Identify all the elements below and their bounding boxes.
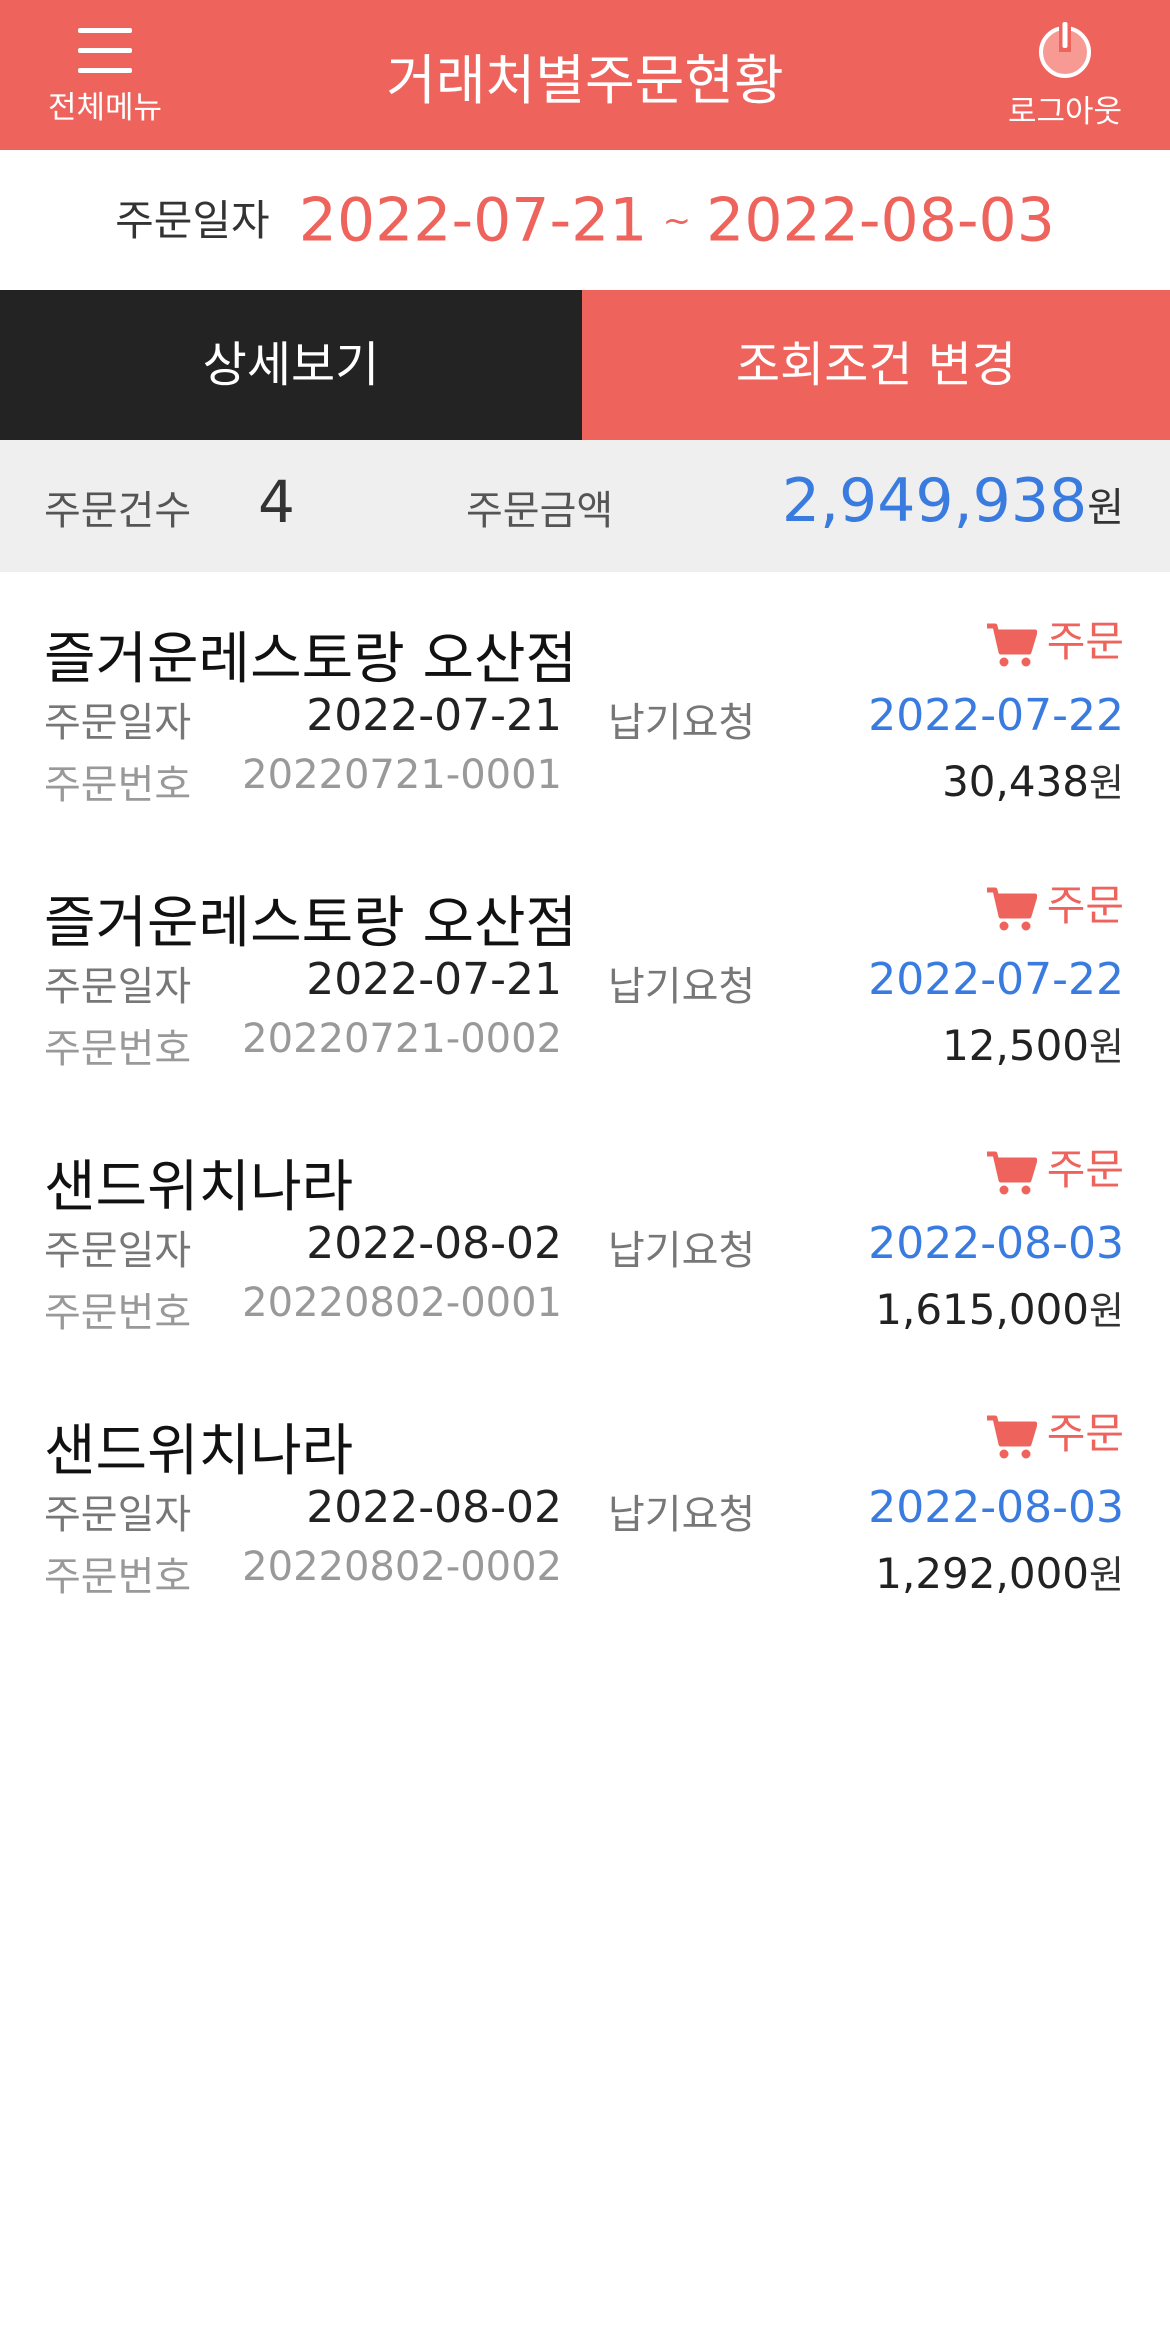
order-date-value: 2022-08-02 <box>306 1218 562 1269</box>
order-item[interactable]: 즐거운레스토랑 오산점 주문 주문일자 2022-07-21 납기요청 2022… <box>0 572 1170 836</box>
customer-name: 즐거운레스토랑 오산점 <box>44 627 578 692</box>
delivery-request-label: 납기요청 <box>608 700 756 746</box>
date-range-end: 2022-08-03 <box>706 185 1055 256</box>
order-summary: 주문건수 4 주문금액 2,949,938원 <box>0 440 1170 572</box>
order-number-label: 주문번호 <box>44 1026 192 1072</box>
order-status-badge: 주문 <box>985 872 1124 933</box>
currency-unit: 원 <box>1089 761 1124 805</box>
order-date-range: 주문일자 2022-07-21 ~ 2022-08-03 <box>0 150 1170 290</box>
order-amount-label: 주문금액 <box>466 488 614 534</box>
order-date-label: 주문일자 <box>44 1492 192 1538</box>
delivery-request-label: 납기요청 <box>608 1492 756 1538</box>
order-status-badge: 주문 <box>985 1136 1124 1197</box>
order-date-value: 2022-07-21 <box>306 954 562 1005</box>
order-date-label: 주문일자 <box>44 1228 192 1274</box>
order-date-value: 2022-07-21 <box>306 690 562 741</box>
logout-button[interactable]: 로그아웃 <box>990 18 1140 130</box>
order-item[interactable]: 샌드위치나라 주문 주문일자 2022-08-02 납기요청 2022-08-0… <box>0 1364 1170 1628</box>
order-status-label: 주문 <box>1046 881 1124 930</box>
app-header: 전체메뉴 거래처별주문현황 로그아웃 <box>0 0 1170 150</box>
cart-icon <box>986 887 1037 930</box>
order-status-label: 주문 <box>1046 1145 1124 1194</box>
order-list: 즐거운레스토랑 오산점 주문 주문일자 2022-07-21 납기요청 2022… <box>0 572 1170 1628</box>
cart-icon <box>986 1415 1037 1458</box>
order-amount-value: 12,500 <box>942 1021 1090 1070</box>
order-status-badge: 주문 <box>985 1400 1124 1461</box>
customer-name: 즐거운레스토랑 오산점 <box>44 891 578 956</box>
all-menu-button[interactable]: 전체메뉴 <box>30 18 180 130</box>
change-filter-button[interactable]: 조회조건 변경 <box>582 290 1170 440</box>
order-number-value: 20220721-0001 <box>242 752 562 798</box>
order-amount-value: 1,615,000 <box>875 1285 1090 1334</box>
page-title: 거래처별주문현황 <box>386 49 784 112</box>
hamburger-icon <box>78 28 132 73</box>
delivery-request-date: 2022-08-03 <box>868 1482 1124 1533</box>
date-range-label: 주문일자 <box>115 195 270 245</box>
order-amount: 12,500원 <box>942 1016 1124 1071</box>
order-number-label: 주문번호 <box>44 762 192 808</box>
date-range-separator: ~ <box>662 200 692 241</box>
delivery-request-label: 납기요청 <box>608 964 756 1010</box>
delivery-request-date: 2022-07-22 <box>868 954 1124 1005</box>
order-amount: 30,438원 <box>942 752 1124 807</box>
delivery-request-date: 2022-08-03 <box>868 1218 1124 1269</box>
order-number-value: 20220802-0002 <box>242 1544 562 1590</box>
order-amount: 1,615,000원 <box>875 1280 1124 1335</box>
customer-name: 샌드위치나라 <box>44 1155 354 1220</box>
order-number-label: 주문번호 <box>44 1290 192 1336</box>
detail-view-button[interactable]: 상세보기 <box>0 290 582 440</box>
action-buttons: 상세보기 조회조건 변경 <box>0 290 1170 440</box>
order-item[interactable]: 샌드위치나라 주문 주문일자 2022-08-02 납기요청 2022-08-0… <box>0 1100 1170 1364</box>
order-amount-value: 1,292,000 <box>875 1549 1090 1598</box>
order-date-label: 주문일자 <box>44 964 192 1010</box>
order-count-value: 4 <box>258 468 295 536</box>
order-date-label: 주문일자 <box>44 700 192 746</box>
customer-name: 샌드위치나라 <box>44 1419 354 1484</box>
cart-icon <box>986 623 1037 666</box>
order-amount: 1,292,000원 <box>875 1544 1124 1599</box>
power-icon <box>1039 22 1091 78</box>
currency-unit: 원 <box>1089 1553 1124 1597</box>
order-number-value: 20220802-0001 <box>242 1280 562 1326</box>
order-date-value: 2022-08-02 <box>306 1482 562 1533</box>
date-range-start: 2022-07-21 <box>298 185 648 256</box>
delivery-request-label: 납기요청 <box>608 1228 756 1274</box>
currency-unit: 원 <box>1089 1025 1124 1069</box>
all-menu-label: 전체메뉴 <box>47 90 163 126</box>
order-number-label: 주문번호 <box>44 1554 192 1600</box>
cart-icon <box>986 1151 1037 1194</box>
order-amount-unit: 원 <box>1087 485 1124 531</box>
delivery-request-date: 2022-07-22 <box>868 690 1124 741</box>
order-status-badge: 주문 <box>985 608 1124 669</box>
order-number-value: 20220721-0002 <box>242 1016 562 1062</box>
order-amount-value: 2,949,938 <box>781 466 1088 536</box>
order-item[interactable]: 즐거운레스토랑 오산점 주문 주문일자 2022-07-21 납기요청 2022… <box>0 836 1170 1100</box>
order-count-label: 주문건수 <box>44 488 192 534</box>
order-status-label: 주문 <box>1046 1409 1124 1458</box>
logout-label: 로그아웃 <box>1007 94 1123 130</box>
currency-unit: 원 <box>1089 1289 1124 1333</box>
order-amount-value: 30,438 <box>942 757 1090 806</box>
order-status-label: 주문 <box>1046 617 1124 666</box>
order-amount: 2,949,938원 <box>782 466 1124 536</box>
